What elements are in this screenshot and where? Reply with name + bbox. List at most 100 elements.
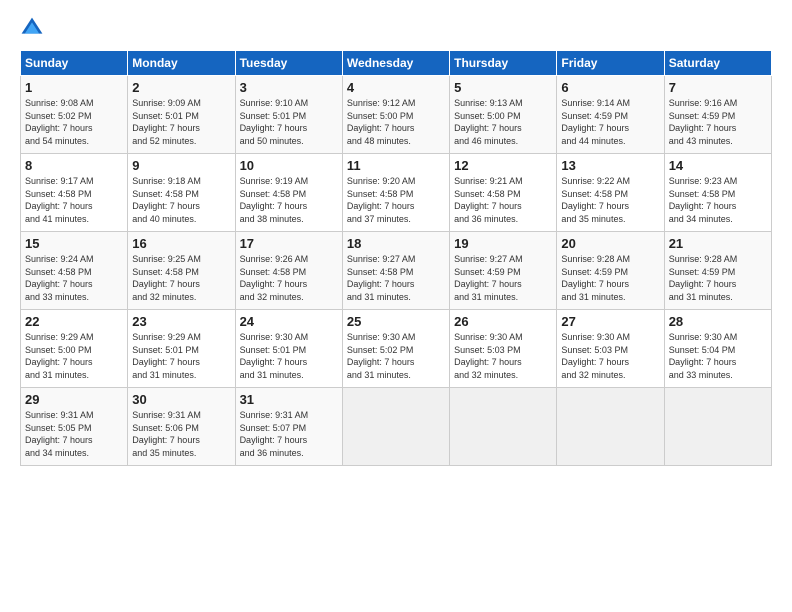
calendar-cell: 4 Sunrise: 9:12 AM Sunset: 5:00 PM Daylig… [342, 76, 449, 154]
calendar-body: 1 Sunrise: 9:08 AM Sunset: 5:02 PM Daylig… [21, 76, 772, 466]
calendar-cell: 15 Sunrise: 9:24 AM Sunset: 4:58 PM Dayli… [21, 232, 128, 310]
calendar-week-row: 15 Sunrise: 9:24 AM Sunset: 4:58 PM Dayli… [21, 232, 772, 310]
day-number: 27 [561, 314, 659, 329]
day-number: 11 [347, 158, 445, 173]
calendar-cell: 2 Sunrise: 9:09 AM Sunset: 5:01 PM Daylig… [128, 76, 235, 154]
day-number: 14 [669, 158, 767, 173]
day-number: 17 [240, 236, 338, 251]
calendar-cell: 16 Sunrise: 9:25 AM Sunset: 4:58 PM Dayli… [128, 232, 235, 310]
day-number: 19 [454, 236, 552, 251]
day-number: 26 [454, 314, 552, 329]
calendar-week-row: 1 Sunrise: 9:08 AM Sunset: 5:02 PM Daylig… [21, 76, 772, 154]
day-number: 13 [561, 158, 659, 173]
calendar-cell: 3 Sunrise: 9:10 AM Sunset: 5:01 PM Daylig… [235, 76, 342, 154]
day-number: 23 [132, 314, 230, 329]
day-number: 20 [561, 236, 659, 251]
calendar-cell: 21Sunrise: 9:28 AM Sunset: 4:59 PM Dayli… [664, 232, 771, 310]
calendar-cell: 20 Sunrise: 9:28 AM Sunset: 4:59 PM Dayli… [557, 232, 664, 310]
day-number: 30 [132, 392, 230, 407]
day-number: 2 [132, 80, 230, 95]
day-info: Sunrise: 9:09 AM Sunset: 5:01 PM Dayligh… [132, 97, 230, 147]
day-info: Sunrise: 9:10 AM Sunset: 5:01 PM Dayligh… [240, 97, 338, 147]
day-number: 18 [347, 236, 445, 251]
calendar-cell: 25 Sunrise: 9:30 AM Sunset: 5:02 PM Dayli… [342, 310, 449, 388]
calendar-cell: 23 Sunrise: 9:29 AM Sunset: 5:01 PM Dayli… [128, 310, 235, 388]
calendar-cell: 31Sunrise: 9:31 AM Sunset: 5:07 PM Dayli… [235, 388, 342, 466]
day-number: 25 [347, 314, 445, 329]
day-info: Sunrise: 9:25 AM Sunset: 4:58 PM Dayligh… [132, 253, 230, 303]
day-info: Sunrise: 9:29 AM Sunset: 5:01 PM Dayligh… [132, 331, 230, 381]
calendar-cell: 7 Sunrise: 9:16 AM Sunset: 4:59 PM Daylig… [664, 76, 771, 154]
calendar-cell: 11 Sunrise: 9:20 AM Sunset: 4:58 PM Dayli… [342, 154, 449, 232]
main-container: SundayMondayTuesdayWednesdayThursdayFrid… [0, 0, 792, 476]
day-info: Sunrise: 9:12 AM Sunset: 5:00 PM Dayligh… [347, 97, 445, 147]
calendar-table: SundayMondayTuesdayWednesdayThursdayFrid… [20, 50, 772, 466]
day-number: 7 [669, 80, 767, 95]
day-number: 3 [240, 80, 338, 95]
day-info: Sunrise: 9:18 AM Sunset: 4:58 PM Dayligh… [132, 175, 230, 225]
day-info: Sunrise: 9:30 AM Sunset: 5:01 PM Dayligh… [240, 331, 338, 381]
day-info: Sunrise: 9:16 AM Sunset: 4:59 PM Dayligh… [669, 97, 767, 147]
calendar-cell: 10Sunrise: 9:19 AM Sunset: 4:58 PM Dayli… [235, 154, 342, 232]
day-number: 15 [25, 236, 123, 251]
logo-icon [20, 16, 44, 40]
calendar-cell: 17 Sunrise: 9:26 AM Sunset: 4:58 PM Dayli… [235, 232, 342, 310]
day-info: Sunrise: 9:31 AM Sunset: 5:05 PM Dayligh… [25, 409, 123, 459]
day-info: Sunrise: 9:26 AM Sunset: 4:58 PM Dayligh… [240, 253, 338, 303]
calendar-cell: 24 Sunrise: 9:30 AM Sunset: 5:01 PM Dayli… [235, 310, 342, 388]
day-number: 10 [240, 158, 338, 173]
day-number: 12 [454, 158, 552, 173]
calendar-cell: 9 Sunrise: 9:18 AM Sunset: 4:58 PM Daylig… [128, 154, 235, 232]
day-info: Sunrise: 9:20 AM Sunset: 4:58 PM Dayligh… [347, 175, 445, 225]
calendar-cell: 13 Sunrise: 9:22 AM Sunset: 4:58 PM Dayli… [557, 154, 664, 232]
day-info: Sunrise: 9:22 AM Sunset: 4:58 PM Dayligh… [561, 175, 659, 225]
day-info: Sunrise: 9:08 AM Sunset: 5:02 PM Dayligh… [25, 97, 123, 147]
calendar-week-row: 29Sunrise: 9:31 AM Sunset: 5:05 PM Dayli… [21, 388, 772, 466]
day-info: Sunrise: 9:30 AM Sunset: 5:03 PM Dayligh… [454, 331, 552, 381]
day-number: 16 [132, 236, 230, 251]
day-info: Sunrise: 9:28 AM Sunset: 4:59 PM Dayligh… [669, 253, 767, 303]
calendar-cell: 28 Sunrise: 9:30 AM Sunset: 5:04 PM Dayli… [664, 310, 771, 388]
calendar-cell: 14 Sunrise: 9:23 AM Sunset: 4:58 PM Dayli… [664, 154, 771, 232]
day-info: Sunrise: 9:27 AM Sunset: 4:59 PM Dayligh… [454, 253, 552, 303]
day-info: Sunrise: 9:30 AM Sunset: 5:02 PM Dayligh… [347, 331, 445, 381]
day-number: 24 [240, 314, 338, 329]
calendar-cell [557, 388, 664, 466]
day-info: Sunrise: 9:23 AM Sunset: 4:58 PM Dayligh… [669, 175, 767, 225]
day-info: Sunrise: 9:27 AM Sunset: 4:58 PM Dayligh… [347, 253, 445, 303]
day-number: 4 [347, 80, 445, 95]
day-number: 28 [669, 314, 767, 329]
header-day: Wednesday [342, 51, 449, 76]
header-day: Tuesday [235, 51, 342, 76]
header-day: Thursday [450, 51, 557, 76]
day-info: Sunrise: 9:13 AM Sunset: 5:00 PM Dayligh… [454, 97, 552, 147]
day-info: Sunrise: 9:21 AM Sunset: 4:58 PM Dayligh… [454, 175, 552, 225]
calendar-header: SundayMondayTuesdayWednesdayThursdayFrid… [21, 51, 772, 76]
day-info: Sunrise: 9:30 AM Sunset: 5:04 PM Dayligh… [669, 331, 767, 381]
day-number: 8 [25, 158, 123, 173]
calendar-cell: 18 Sunrise: 9:27 AM Sunset: 4:58 PM Dayli… [342, 232, 449, 310]
day-number: 9 [132, 158, 230, 173]
day-info: Sunrise: 9:29 AM Sunset: 5:00 PM Dayligh… [25, 331, 123, 381]
day-info: Sunrise: 9:17 AM Sunset: 4:58 PM Dayligh… [25, 175, 123, 225]
logo [20, 16, 48, 40]
day-info: Sunrise: 9:30 AM Sunset: 5:03 PM Dayligh… [561, 331, 659, 381]
header-day: Saturday [664, 51, 771, 76]
calendar-cell [342, 388, 449, 466]
calendar-cell: 8 Sunrise: 9:17 AM Sunset: 4:58 PM Daylig… [21, 154, 128, 232]
header [20, 16, 772, 40]
day-number: 22 [25, 314, 123, 329]
calendar-cell: 6Sunrise: 9:14 AM Sunset: 4:59 PM Daylig… [557, 76, 664, 154]
calendar-week-row: 22 Sunrise: 9:29 AM Sunset: 5:00 PM Dayli… [21, 310, 772, 388]
header-row: SundayMondayTuesdayWednesdayThursdayFrid… [21, 51, 772, 76]
day-number: 1 [25, 80, 123, 95]
calendar-cell: 19 Sunrise: 9:27 AM Sunset: 4:59 PM Dayli… [450, 232, 557, 310]
calendar-cell: 1 Sunrise: 9:08 AM Sunset: 5:02 PM Daylig… [21, 76, 128, 154]
day-info: Sunrise: 9:24 AM Sunset: 4:58 PM Dayligh… [25, 253, 123, 303]
day-info: Sunrise: 9:31 AM Sunset: 5:06 PM Dayligh… [132, 409, 230, 459]
day-number: 31 [240, 392, 338, 407]
calendar-cell: 29Sunrise: 9:31 AM Sunset: 5:05 PM Dayli… [21, 388, 128, 466]
calendar-cell: 12 Sunrise: 9:21 AM Sunset: 4:58 PM Dayli… [450, 154, 557, 232]
day-info: Sunrise: 9:28 AM Sunset: 4:59 PM Dayligh… [561, 253, 659, 303]
day-info: Sunrise: 9:14 AM Sunset: 4:59 PM Dayligh… [561, 97, 659, 147]
